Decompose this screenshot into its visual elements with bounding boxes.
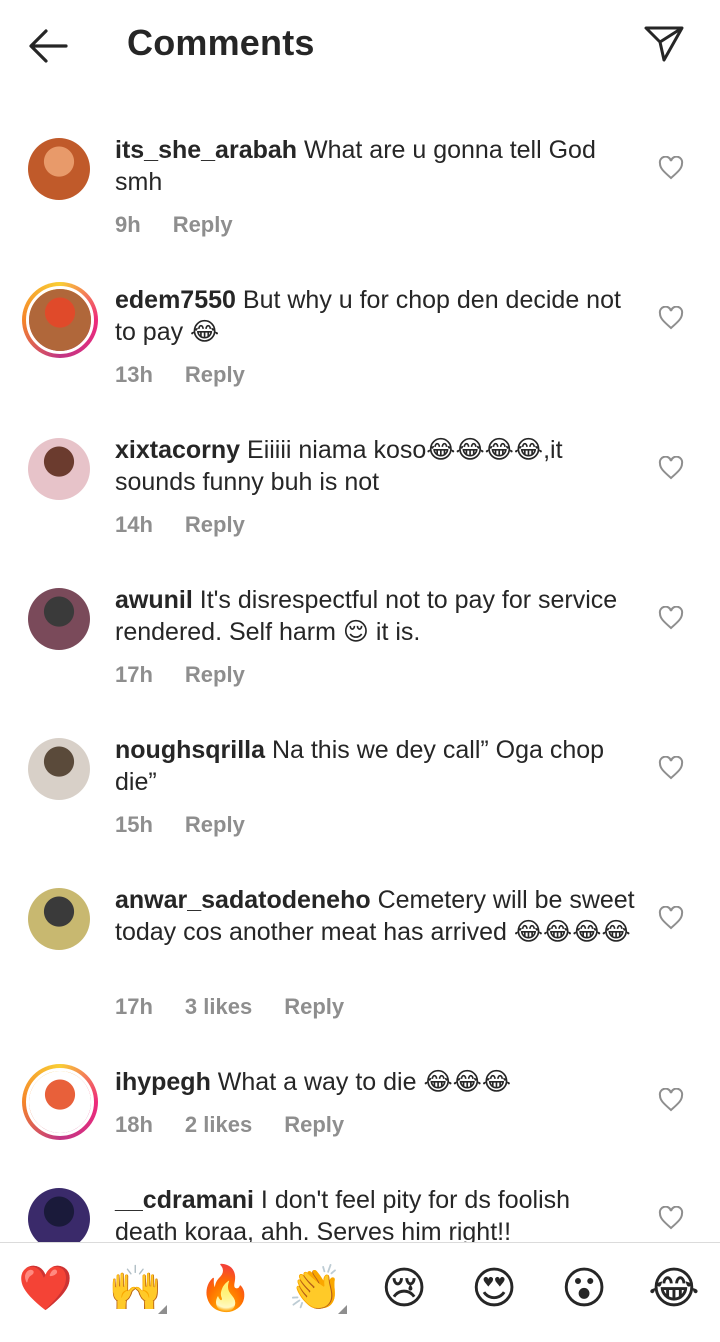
- avatar[interactable]: [28, 738, 90, 800]
- comment-username[interactable]: noughsqrilla: [115, 736, 265, 764]
- comment-meta: 15h Reply: [115, 812, 277, 838]
- comment-item: awunil It's disrespectful not to pay for…: [0, 568, 720, 718]
- heart-icon[interactable]: [658, 156, 684, 180]
- comment-username[interactable]: its_she_arabah: [115, 136, 297, 164]
- emoji-surprised-face[interactable]: 😮: [558, 1263, 610, 1315]
- reply-button[interactable]: Reply: [185, 512, 245, 537]
- avatar[interactable]: [28, 438, 90, 500]
- emoji-red-heart[interactable]: ❤️: [18, 1263, 73, 1315]
- emoji-tears-of-joy[interactable]: 😂: [648, 1263, 700, 1315]
- comment-meta: 17h Reply: [115, 662, 277, 688]
- comment-time: 9h: [115, 212, 141, 237]
- comment-meta: 14h Reply: [115, 512, 277, 538]
- comment-body: noughsqrilla Na this we dey call” Oga ch…: [115, 734, 635, 798]
- skin-tone-indicator: [338, 1305, 347, 1314]
- emoji-heart-eyes[interactable]: 😍: [468, 1263, 520, 1315]
- comment-body: anwar_sadatodeneho Cemetery will be swee…: [115, 884, 635, 948]
- comment-meta: 9h Reply: [115, 212, 265, 238]
- avatar[interactable]: [28, 1188, 90, 1242]
- heart-icon[interactable]: [658, 756, 684, 780]
- comment-body: xixtacorny Eiiiii niama koso😂😂😂😂,it soun…: [115, 434, 635, 498]
- page-title: Comments: [127, 22, 315, 63]
- share-button[interactable]: [640, 22, 688, 66]
- comment-body: ihypegh What a way to die 😂😂😂: [115, 1066, 635, 1098]
- back-button[interactable]: [24, 24, 72, 68]
- comment-body: edem7550 But why u for chop den decide n…: [115, 284, 635, 348]
- comment-time: 14h: [115, 512, 153, 537]
- reply-button[interactable]: Reply: [185, 662, 245, 687]
- comment-meta: 17h 3 likes Reply: [115, 994, 376, 1020]
- emoji-clapping-hands[interactable]: 👏: [288, 1263, 343, 1315]
- comment-username[interactable]: xixtacorny: [115, 436, 240, 464]
- reply-button[interactable]: Reply: [185, 362, 245, 387]
- avatar[interactable]: [28, 888, 90, 950]
- comment-username[interactable]: anwar_sadatodeneho: [115, 886, 371, 914]
- comment-username[interactable]: awunil: [115, 586, 193, 614]
- comment-time: 17h: [115, 994, 153, 1019]
- comment-item: anwar_sadatodeneho Cemetery will be swee…: [0, 868, 720, 1050]
- skin-tone-indicator: [158, 1305, 167, 1314]
- comment-time: 18h: [115, 1112, 153, 1137]
- emoji-fire[interactable]: 🔥: [198, 1263, 253, 1315]
- reply-button[interactable]: Reply: [284, 994, 344, 1019]
- reply-button[interactable]: Reply: [185, 812, 245, 837]
- like-count[interactable]: 3 likes: [185, 994, 252, 1019]
- like-count[interactable]: 2 likes: [185, 1112, 252, 1137]
- emoji-raising-hands[interactable]: 🙌: [108, 1263, 163, 1315]
- comment-meta: 18h 2 likes Reply: [115, 1112, 376, 1138]
- comment-body: __cdramani I don't feel pity for ds fool…: [115, 1184, 635, 1242]
- comment-username[interactable]: __cdramani: [115, 1186, 254, 1214]
- comment-username[interactable]: ihypegh: [115, 1068, 211, 1096]
- avatar[interactable]: [28, 138, 90, 200]
- comment-body: awunil It's disrespectful not to pay for…: [115, 584, 635, 648]
- comment-item: edem7550 But why u for chop den decide n…: [0, 268, 720, 418]
- reply-button[interactable]: Reply: [173, 212, 233, 237]
- emoji-crying-face[interactable]: 😢: [378, 1263, 430, 1315]
- avatar[interactable]: [22, 1064, 98, 1140]
- comment-item: noughsqrilla Na this we dey call” Oga ch…: [0, 718, 720, 868]
- header: Comments: [0, 0, 720, 90]
- comment-text: What a way to die 😂😂😂: [217, 1068, 512, 1096]
- heart-icon[interactable]: [658, 906, 684, 930]
- heart-icon[interactable]: [658, 306, 684, 330]
- paper-plane-icon: [644, 26, 684, 62]
- arrow-left-icon: [29, 29, 68, 63]
- comment-body: its_she_arabah What are u gonna tell God…: [115, 134, 635, 198]
- heart-icon[interactable]: [658, 1206, 684, 1230]
- comment-item: __cdramani I don't feel pity for ds fool…: [0, 1168, 720, 1242]
- heart-icon[interactable]: [658, 1088, 684, 1112]
- comment-item: xixtacorny Eiiiii niama koso😂😂😂😂,it soun…: [0, 418, 720, 568]
- heart-icon[interactable]: [658, 606, 684, 630]
- comment-item: ihypegh What a way to die 😂😂😂 18h 2 likes…: [0, 1050, 720, 1168]
- heart-icon[interactable]: [658, 456, 684, 480]
- avatar[interactable]: [28, 588, 90, 650]
- comment-username[interactable]: edem7550: [115, 286, 236, 314]
- comment-meta: 13h Reply: [115, 362, 277, 388]
- quick-emoji-bar: ❤️ 🙌 🔥 👏 😢 😍 😮 😂: [0, 1242, 720, 1342]
- comment-time: 13h: [115, 362, 153, 387]
- comment-time: 17h: [115, 662, 153, 687]
- avatar[interactable]: [22, 282, 98, 358]
- comment-item: its_she_arabah What are u gonna tell God…: [0, 118, 720, 268]
- comment-list[interactable]: its_she_arabah What are u gonna tell God…: [0, 118, 720, 1242]
- reply-button[interactable]: Reply: [284, 1112, 344, 1137]
- comment-time: 15h: [115, 812, 153, 837]
